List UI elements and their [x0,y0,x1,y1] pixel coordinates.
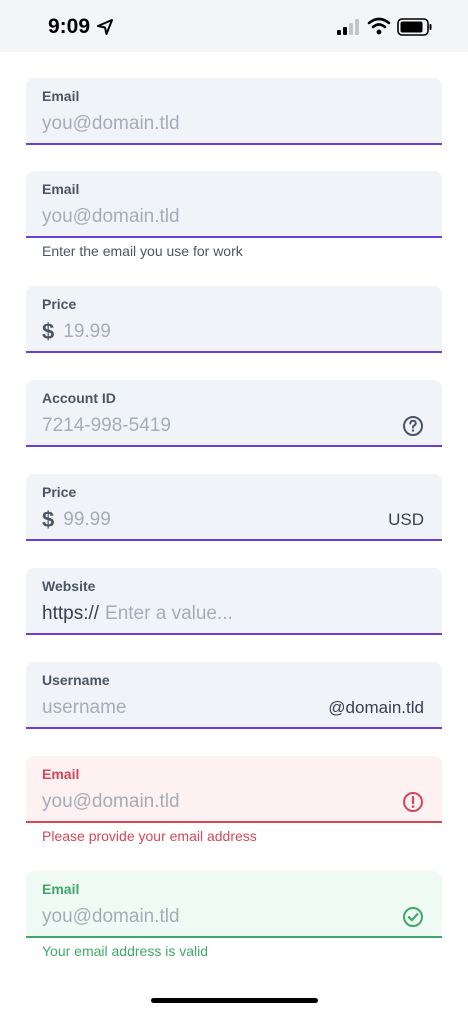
cellular-signal-icon [337,19,359,35]
email-input[interactable]: you@domain.tld [42,906,180,928]
account-id-field[interactable]: Account ID 7214-998-5419 [26,380,442,447]
email-field-with-hint[interactable]: Email you@domain.tld [26,171,442,238]
website-input[interactable]: Enter a value... [105,603,233,625]
website-field[interactable]: Website https:// Enter a value... [26,568,442,635]
currency-suffix: USD [388,510,424,529]
field-label: Username [42,672,110,688]
location-arrow-icon [97,19,113,35]
field-label: Email [42,181,80,197]
field-label: Email [42,881,80,897]
field-hint: Enter the email you use for work [42,243,243,259]
field-label: Website [42,578,96,594]
status-time: 9:09 [48,15,91,38]
error-circle-icon [403,792,423,812]
username-field[interactable]: Username username @domain.tld [26,662,442,729]
email-field[interactable]: Email you@domain.tld [26,78,442,145]
field-label: Account ID [42,390,116,406]
email-field-error[interactable]: Email you@domain.tld [26,756,442,823]
field-success-message: Your email address is valid [42,943,209,959]
account-id-input[interactable]: 7214-998-5419 [42,415,171,437]
price-input[interactable]: 99.99 [63,509,111,531]
username-input[interactable]: username [42,697,127,719]
email-field-success[interactable]: Email you@domain.tld [26,871,442,938]
email-input[interactable]: you@domain.tld [42,206,180,228]
home-indicator [151,998,318,1003]
price-usd-field[interactable]: Price $ 99.99 USD [26,474,442,541]
email-input[interactable]: you@domain.tld [42,791,180,813]
wifi-icon [367,17,391,35]
price-field[interactable]: Price $ 19.99 [26,286,442,353]
price-input[interactable]: 19.99 [63,321,111,343]
check-circle-icon [403,907,423,927]
field-label: Email [42,766,80,782]
help-circle-icon[interactable] [402,415,424,437]
battery-icon [397,18,432,36]
url-prefix: https:// [42,603,100,624]
dollar-icon: $ [42,319,55,344]
dollar-icon: $ [42,507,55,532]
status-bar: 9:09 [0,0,468,52]
email-input[interactable]: you@domain.tld [42,113,180,135]
domain-suffix: @domain.tld [328,698,424,717]
field-label: Email [42,88,80,104]
field-label: Price [42,484,77,500]
field-label: Price [42,296,77,312]
field-error-message: Please provide your email address [42,828,257,844]
